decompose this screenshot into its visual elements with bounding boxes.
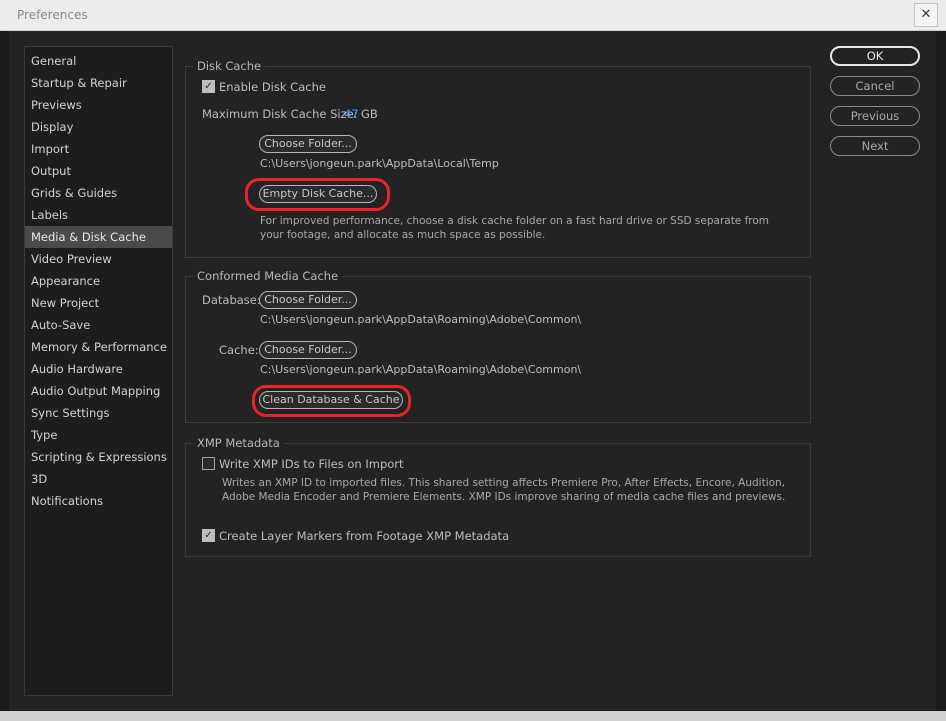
- max-cache-size-value[interactable]: 47: [344, 107, 359, 121]
- sidebar-item-media-disk-cache[interactable]: Media & Disk Cache: [25, 226, 172, 248]
- sidebar-item-audio-hardware[interactable]: Audio Hardware: [25, 358, 172, 380]
- sidebar-item-auto-save[interactable]: Auto-Save: [25, 314, 172, 336]
- sidebar-item-appearance[interactable]: Appearance: [25, 270, 172, 292]
- disk-cache-path: C:\Users\jongeun.park\AppData\Local\Temp: [260, 157, 499, 170]
- cache-path: C:\Users\jongeun.park\AppData\Roaming\Ad…: [260, 363, 582, 376]
- sidebar-item-sync-settings[interactable]: Sync Settings: [25, 402, 172, 424]
- preferences-sidebar: General Startup & Repair Previews Display Im…: [24, 46, 173, 696]
- sidebar-item-new-project[interactable]: New Project: [25, 292, 172, 314]
- xmp-metadata-legend: XMP Metadata: [193, 436, 284, 450]
- database-label: Database:: [202, 293, 261, 307]
- close-icon[interactable]: ✕: [914, 3, 938, 27]
- cancel-button[interactable]: Cancel: [830, 76, 920, 96]
- sidebar-item-general[interactable]: General: [25, 50, 172, 72]
- sidebar-item-previews[interactable]: Previews: [25, 94, 172, 116]
- window-bottom-edge: [0, 711, 946, 721]
- sidebar-item-startup-repair[interactable]: Startup & Repair: [25, 72, 172, 94]
- window-title: Preferences: [17, 8, 88, 22]
- next-button[interactable]: Next: [830, 136, 920, 156]
- sidebar-item-output[interactable]: Output: [25, 160, 172, 182]
- disk-cache-legend: Disk Cache: [193, 59, 266, 73]
- create-layer-markers-checkbox[interactable]: ✓: [202, 529, 215, 542]
- write-xmp-ids-label: Write XMP IDs to Files on Import: [219, 457, 404, 471]
- sidebar-item-labels[interactable]: Labels: [25, 204, 172, 226]
- sidebar-item-type[interactable]: Type: [25, 424, 172, 446]
- sidebar-item-notifications[interactable]: Notifications: [25, 490, 172, 512]
- database-path: C:\Users\jongeun.park\AppData\Roaming\Ad…: [260, 313, 582, 326]
- create-layer-markers-label: Create Layer Markers from Footage XMP Me…: [219, 529, 510, 543]
- sidebar-item-display[interactable]: Display: [25, 116, 172, 138]
- enable-disk-cache-label: Enable Disk Cache: [219, 80, 326, 94]
- write-xmp-ids-note: Writes an XMP ID to imported files. This…: [222, 477, 786, 503]
- previous-button[interactable]: Previous: [830, 106, 920, 126]
- sidebar-item-video-preview[interactable]: Video Preview: [25, 248, 172, 270]
- ok-button[interactable]: OK: [830, 46, 920, 66]
- dialog-body: General Startup & Repair Previews Display Im…: [9, 31, 936, 711]
- title-bar: Preferences ✕: [0, 0, 946, 31]
- sidebar-item-memory-performance[interactable]: Memory & Performance: [25, 336, 172, 358]
- sidebar-item-scripting-expressions[interactable]: Scripting & Expressions: [25, 446, 172, 468]
- max-cache-size-unit: GB: [361, 107, 378, 121]
- sidebar-item-import[interactable]: Import: [25, 138, 172, 160]
- database-choose-folder-button[interactable]: Choose Folder...: [259, 291, 357, 309]
- sidebar-item-audio-output-mapping[interactable]: Audio Output Mapping: [25, 380, 172, 402]
- sidebar-item-grids-guides[interactable]: Grids & Guides: [25, 182, 172, 204]
- cache-label: Cache:: [219, 343, 259, 357]
- disk-cache-choose-folder-button[interactable]: Choose Folder...: [259, 135, 357, 153]
- disk-cache-note: For improved performance, choose a disk …: [260, 215, 770, 241]
- highlight-ring-empty-cache: [245, 178, 390, 211]
- write-xmp-ids-checkbox[interactable]: [202, 457, 215, 470]
- cache-choose-folder-button[interactable]: Choose Folder...: [259, 341, 357, 359]
- conformed-media-cache-legend: Conformed Media Cache: [193, 269, 343, 283]
- highlight-ring-clean-cache: [252, 385, 411, 417]
- enable-disk-cache-checkbox[interactable]: ✓: [202, 80, 215, 93]
- max-cache-size-label: Maximum Disk Cache Size:: [202, 107, 358, 121]
- sidebar-item-3d[interactable]: 3D: [25, 468, 172, 490]
